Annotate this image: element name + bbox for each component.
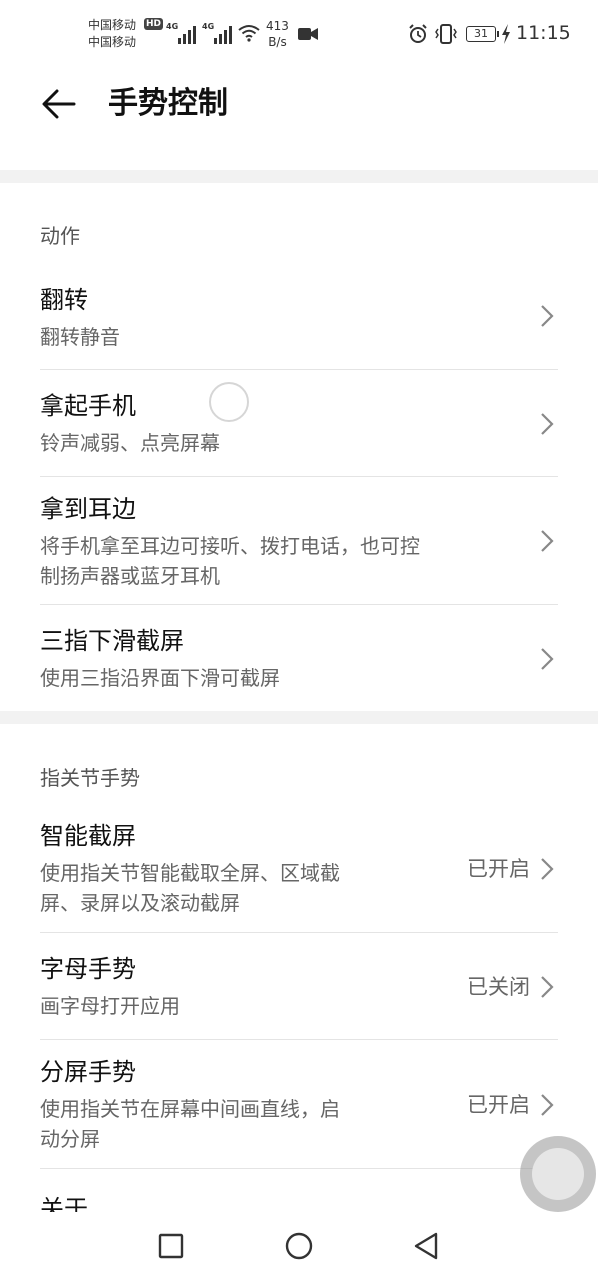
back-button[interactable] [36,84,82,124]
touch-indicator [209,382,249,422]
row-subtitle: 使用三指沿界面下滑可截屏 [40,666,280,690]
setting-row-flip[interactable]: 翻转 翻转静音 [0,270,598,370]
status-bar: 中国移动 中国移动 HD 4G 4G 413 B/s 31 11:15 [0,0,598,70]
app-header: 手势控制 [0,70,598,170]
battery-level: 31 [474,27,488,40]
net-speed: 413 B/s [266,18,289,50]
carrier-labels: 中国移动 中国移动 [88,17,136,51]
chevron-right-icon [541,413,554,435]
carrier-1: 中国移动 [88,18,137,32]
chevron-right-icon [541,976,554,998]
setting-row-split-screen-gesture[interactable]: 分屏手势 使用指关节在屏幕中间画直线，启 动分屏 已开启 [0,1040,598,1168]
section-divider [0,711,598,724]
row-title: 拿到耳边 [40,495,136,523]
alarm-icon [409,24,427,43]
battery-icon: 31 [466,26,499,42]
triangle-back-icon [414,1232,438,1260]
setting-row-three-finger-screenshot[interactable]: 三指下滑截屏 使用三指沿界面下滑可截屏 [0,605,598,711]
chevron-right-icon [541,858,554,880]
row-subtitle-line2: 制扬声器或蓝牙耳机 [40,564,220,588]
recent-apps-button[interactable] [155,1230,187,1262]
charging-bolt-icon [502,24,510,44]
row-subtitle-line2: 动分屏 [40,1127,100,1151]
back-nav-button[interactable] [410,1230,442,1262]
row-status: 已关闭 [467,975,530,999]
row-subtitle-line1: 使用指关节在屏幕中间画直线，启 [40,1097,340,1121]
row-subtitle: 翻转静音 [40,325,120,349]
arrow-left-icon [42,89,76,119]
row-title: 翻转 [40,286,88,314]
home-button[interactable] [283,1230,315,1262]
video-camera-icon [298,28,318,40]
circle-icon [285,1232,313,1260]
chevron-right-icon [541,1094,554,1116]
setting-row-pick-up[interactable]: 拿起手机 铃声减弱、点亮屏幕 [0,370,598,476]
row-subtitle-line2: 屏、录屏以及滚动截屏 [40,891,240,915]
row-title: 分屏手势 [40,1058,136,1086]
chevron-right-icon [541,530,554,552]
section-divider [0,170,598,183]
net-speed-value: 413 [266,19,289,33]
row-title: 拿起手机 [40,392,136,420]
chevron-right-icon [541,648,554,670]
page-title: 手势控制 [108,86,228,121]
wifi-icon [238,25,260,42]
row-subtitle-line1: 使用指关节智能截取全屏、区域截 [40,861,340,885]
setting-row-about[interactable]: 关于 [0,1169,598,1212]
section-label-actions: 动作 [40,224,80,248]
setting-row-raise-to-ear[interactable]: 拿到耳边 将手机拿至耳边可接听、拨打电话，也可控 制扬声器或蓝牙耳机 [0,477,598,604]
row-status: 已开启 [467,1093,530,1117]
setting-row-letter-gesture[interactable]: 字母手势 画字母打开应用 已关闭 [0,933,598,1039]
lte-label-2: 4G [202,22,215,31]
system-navigation-bar [0,1212,598,1280]
row-title: 智能截屏 [40,822,136,850]
net-speed-unit: B/s [268,35,287,49]
row-status: 已开启 [467,857,530,881]
row-subtitle: 铃声减弱、点亮屏幕 [40,431,220,455]
status-time: 11:15 [516,22,571,44]
chevron-right-icon [541,305,554,327]
hd-badge: HD [144,18,164,30]
signal-icon: 4G [202,22,234,44]
square-icon [158,1233,184,1259]
row-subtitle-line1: 将手机拿至耳边可接听、拨打电话，也可控 [40,534,420,558]
lte-label-1: 4G [166,22,179,31]
row-title: 关于 [40,1195,88,1212]
row-title: 字母手势 [40,955,136,983]
section-label-knuckle: 指关节手势 [40,766,140,790]
signal-icon: 4G [166,22,198,44]
row-title: 三指下滑截屏 [40,627,184,655]
setting-row-smart-screenshot[interactable]: 智能截屏 使用指关节智能截取全屏、区域截 屏、录屏以及滚动截屏 已开启 [0,810,598,932]
vibrate-icon [435,24,457,44]
floating-navigation-ball[interactable] [520,1136,596,1212]
row-subtitle: 画字母打开应用 [40,994,180,1018]
carrier-2: 中国移动 [88,35,137,49]
